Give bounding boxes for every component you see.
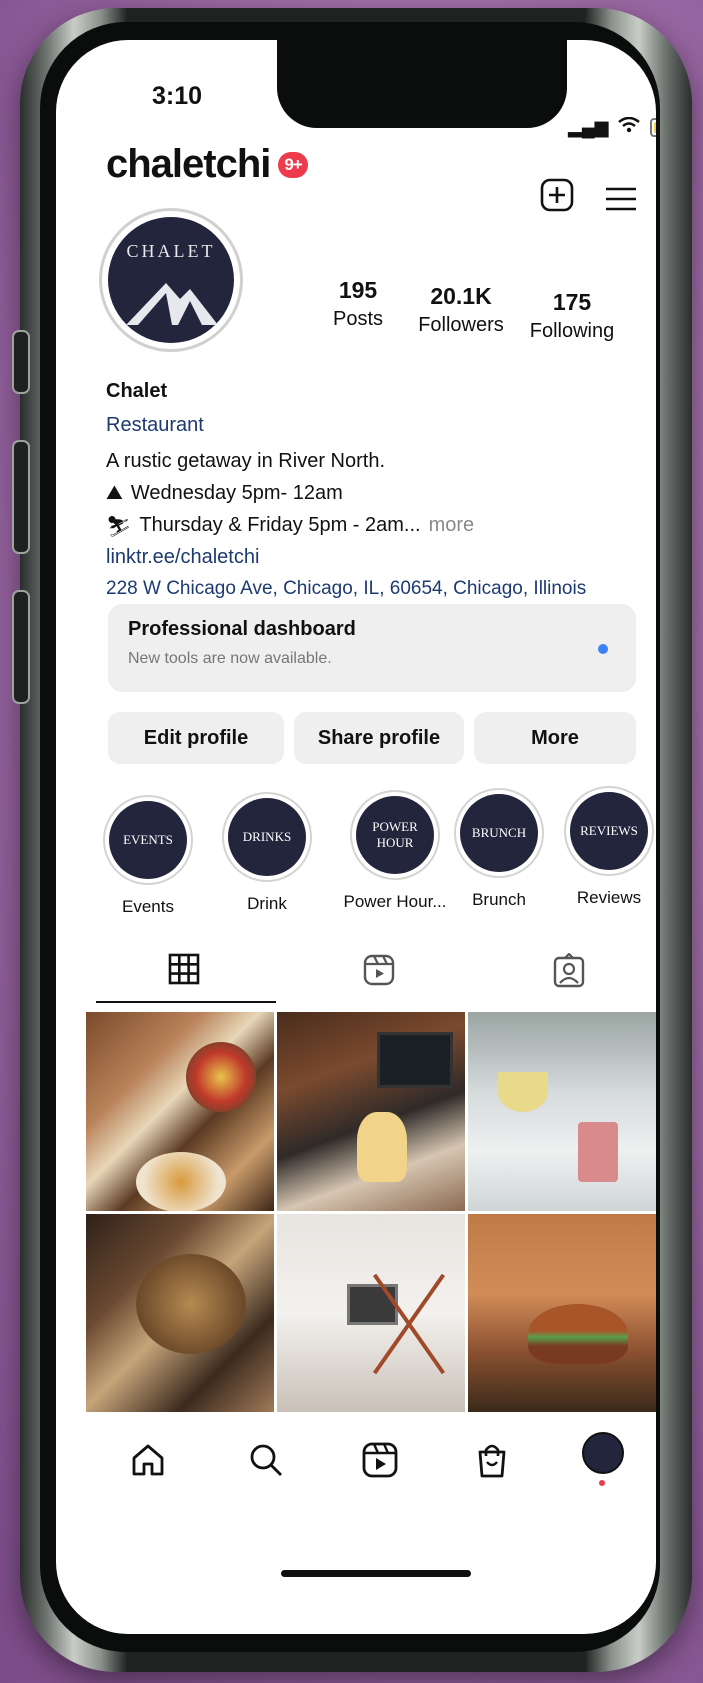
- volume-up-button: [12, 440, 30, 554]
- avatar-logo: CHALET: [108, 217, 234, 343]
- stat-following[interactable]: 175 Following: [522, 289, 622, 343]
- post-thumbnail[interactable]: [468, 1012, 656, 1211]
- post-thumbnail[interactable]: [277, 1213, 465, 1412]
- highlight-brunch[interactable]: BRUNCH Brunch: [452, 788, 546, 910]
- home-indicator: [281, 1570, 471, 1577]
- home-icon[interactable]: [128, 1440, 172, 1484]
- highlight-label: Reviews: [576, 888, 642, 907]
- professional-dashboard[interactable]: Professional dashboard New tools are now…: [108, 604, 636, 692]
- bio-more-link[interactable]: more: [429, 514, 475, 539]
- profile-tabs: [56, 945, 656, 1005]
- cocktail-glass-shape: [578, 1122, 618, 1182]
- post-thumbnail[interactable]: [277, 1012, 465, 1211]
- nav-notification-dot: [599, 1480, 605, 1486]
- food-plate-shape: [186, 1042, 256, 1112]
- profile-avatar[interactable]: CHALET: [99, 208, 243, 352]
- following-label: Following: [529, 320, 615, 342]
- highlight-ring: EVENTS: [103, 795, 193, 885]
- reels-icon[interactable]: [360, 1440, 404, 1484]
- highlight-events[interactable]: EVENTS Events: [101, 795, 195, 917]
- bottom-navigation: [56, 1418, 656, 1528]
- highlight-cover: DRINKS: [228, 798, 306, 876]
- highlight-ring: DRINKS: [222, 792, 312, 882]
- menu-icon[interactable]: [604, 186, 638, 217]
- dashboard-subtitle: New tools are now available.: [128, 650, 332, 667]
- person-hair-shape: [357, 1112, 407, 1182]
- highlight-power-hour[interactable]: POWER HOUR Power Hour...: [340, 790, 450, 912]
- stat-posts[interactable]: 195 Posts: [318, 277, 398, 331]
- bio-line-3: ⛷ Thursday & Friday 5pm - 2am... more: [106, 514, 474, 539]
- followers-count: 20.1K: [430, 283, 492, 309]
- volume-down-button: [12, 590, 30, 704]
- profile-username-header[interactable]: chaletchi 9+: [106, 142, 308, 187]
- posts-grid: [86, 1012, 656, 1412]
- shop-icon[interactable]: [472, 1440, 516, 1484]
- skier-emoji-icon: ⛷: [106, 516, 132, 538]
- search-icon[interactable]: [246, 1440, 290, 1484]
- dashboard-new-dot: [598, 644, 608, 654]
- highlight-reviews[interactable]: REVIEWS Reviews: [562, 786, 656, 908]
- avatar-thumb: [582, 1432, 624, 1474]
- followers-label: Followers: [418, 314, 504, 336]
- profile-name: Chalet: [106, 380, 168, 402]
- food-plate-shape: [136, 1152, 226, 1211]
- notification-badge: 9+: [278, 151, 308, 178]
- bio-address[interactable]: 228 W Chicago Ave, Chicago, IL, 60654, C…: [106, 578, 586, 600]
- edit-profile-button[interactable]: Edit profile: [108, 712, 284, 764]
- post-thumbnail[interactable]: [86, 1012, 274, 1211]
- mountain-logo-icon: [126, 283, 218, 325]
- status-icons: ▂▄▆: [568, 116, 656, 138]
- mute-switch: [12, 330, 30, 394]
- post-thumbnail[interactable]: [86, 1213, 274, 1412]
- bio-link[interactable]: linktr.ee/chaletchi: [106, 546, 259, 569]
- battery-icon: [650, 118, 656, 137]
- dashboard-title: Professional dashboard: [128, 618, 356, 640]
- mountain-emoji-icon: ⛰: [106, 482, 123, 504]
- signal-icon: ▂▄▆: [568, 117, 609, 137]
- wall-frame-shape: [347, 1283, 398, 1325]
- post-thumbnail[interactable]: [468, 1213, 656, 1412]
- cocktail-glass-shape: [498, 1072, 548, 1112]
- highlight-label: Power Hour...: [343, 892, 447, 911]
- bio-hours-1: Wednesday 5pm- 12am: [130, 482, 343, 504]
- highlight-cover: POWER HOUR: [356, 796, 434, 874]
- highlight-label: Brunch: [472, 890, 526, 909]
- tv-screen-shape: [377, 1032, 453, 1088]
- grid-icon[interactable]: [168, 953, 204, 989]
- wifi-icon: [618, 116, 641, 138]
- following-count: 175: [552, 289, 592, 315]
- highlight-drink[interactable]: DRINKS Drink: [220, 792, 314, 914]
- highlight-ring: BRUNCH: [454, 788, 544, 878]
- share-profile-button[interactable]: Share profile: [294, 712, 464, 764]
- status-time: 3:10: [152, 82, 203, 110]
- highlight-cover: REVIEWS: [570, 792, 648, 870]
- bio-line-2: ⛰ Wednesday 5pm- 12am: [106, 482, 343, 505]
- posts-count: 195: [338, 277, 378, 303]
- highlight-cover: BRUNCH: [460, 794, 538, 872]
- app-screen: 3:10 ▂▄▆ chaletchi 9+ CHALET 195 Posts 2…: [56, 40, 656, 1634]
- posts-label: Posts: [332, 308, 384, 330]
- bio-hours-2: Thursday & Friday 5pm - 2am...: [139, 514, 421, 536]
- profile-category: Restaurant: [106, 414, 204, 436]
- highlight-ring: REVIEWS: [564, 786, 654, 876]
- new-post-icon[interactable]: [540, 178, 574, 217]
- active-tab-indicator: [96, 1001, 276, 1003]
- notch: [277, 40, 567, 128]
- highlight-label: Drink: [247, 894, 287, 913]
- stat-followers[interactable]: 20.1K Followers: [411, 283, 511, 337]
- avatar-logo-text: CHALET: [126, 241, 216, 261]
- highlight-ring: POWER HOUR: [350, 790, 440, 880]
- reels-tab-icon[interactable]: [362, 953, 398, 989]
- highlight-cover: EVENTS: [109, 801, 187, 879]
- username-text: chaletchi: [106, 142, 271, 186]
- profile-avatar-nav[interactable]: [582, 1432, 626, 1486]
- food-bowl-shape: [136, 1253, 246, 1354]
- more-button[interactable]: More: [474, 712, 636, 764]
- burger-shape: [528, 1303, 628, 1364]
- tagged-icon[interactable]: [552, 952, 588, 989]
- highlight-label: Events: [122, 897, 174, 916]
- bio-line-1: A rustic getaway in River North.: [106, 450, 385, 472]
